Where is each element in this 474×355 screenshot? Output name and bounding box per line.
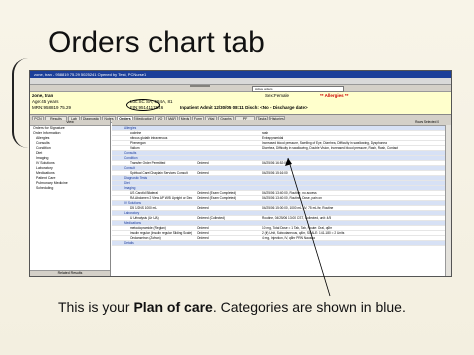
caption-text-1: This is your: [58, 299, 134, 315]
caption-text-2: . Categories are shown in blue.: [212, 299, 406, 315]
arrow-head: [285, 158, 292, 166]
caption-bold: Plan of care: [133, 299, 213, 315]
arrow-line: [287, 157, 331, 297]
slide-caption: This is your Plan of care. Categories ar…: [58, 298, 458, 317]
